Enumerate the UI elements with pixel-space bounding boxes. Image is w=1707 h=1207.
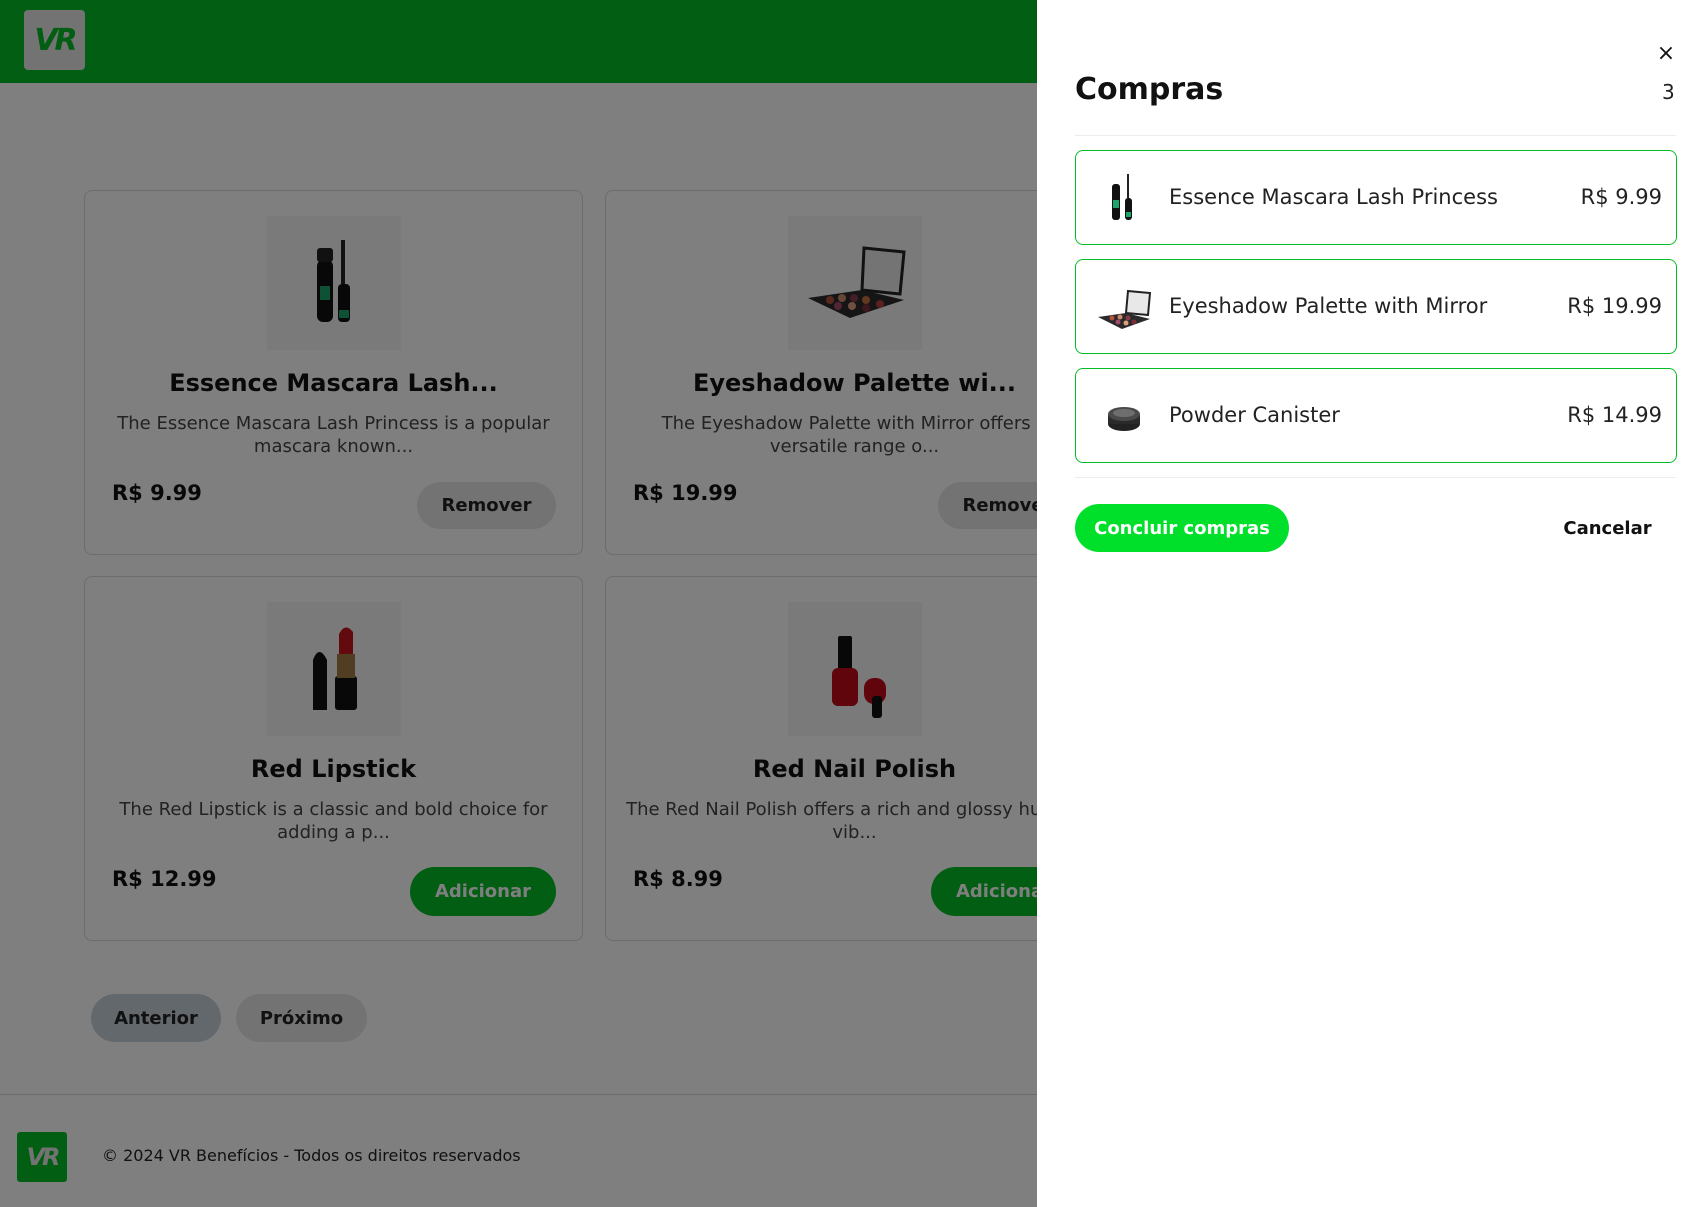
cart-item-image <box>1094 386 1154 446</box>
cart-count: 3 <box>1662 80 1675 104</box>
cart-item-price: R$ 9.99 <box>1580 185 1662 209</box>
cart-item-name: Eyeshadow Palette with Mirror <box>1169 294 1488 318</box>
cancel-button[interactable]: Cancelar <box>1540 508 1675 548</box>
cart-item: Powder Canister R$ 14.99 <box>1075 368 1677 463</box>
powder-canister-icon <box>1108 407 1140 431</box>
cart-item-price: R$ 19.99 <box>1567 294 1662 318</box>
cart-item-name: Essence Mascara Lash Princess <box>1169 185 1498 209</box>
mascara-icon <box>1112 174 1132 220</box>
checkout-button[interactable]: Concluir compras <box>1075 504 1289 552</box>
cart-item-image <box>1094 277 1154 337</box>
cart-item-name: Powder Canister <box>1169 403 1340 427</box>
modal-backdrop[interactable] <box>0 0 1037 1207</box>
cart-item: Essence Mascara Lash Princess R$ 9.99 <box>1075 150 1677 245</box>
cart-divider-bottom <box>1075 477 1676 478</box>
cart-item: Eyeshadow Palette with Mirror R$ 19.99 <box>1075 259 1677 354</box>
cart-item-image <box>1094 168 1154 228</box>
cart-divider-top <box>1075 135 1676 136</box>
cart-title: Compras <box>1075 72 1224 107</box>
cart-item-price: R$ 14.99 <box>1567 403 1662 427</box>
close-icon[interactable]: × <box>1652 40 1680 68</box>
eyeshadow-palette-icon <box>1098 289 1152 329</box>
